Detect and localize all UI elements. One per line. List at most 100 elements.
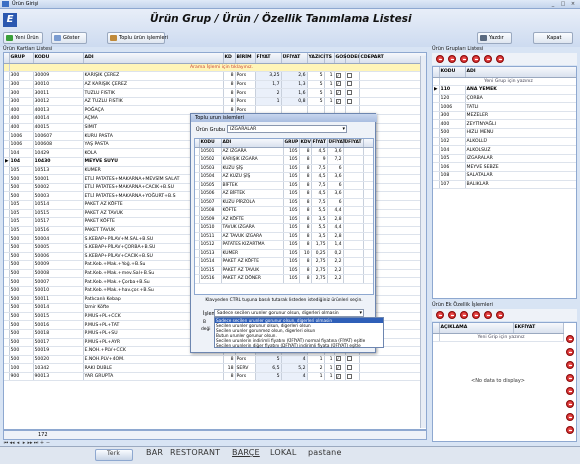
group-row[interactable]: 300 MEZELER: [433, 111, 576, 121]
group-select[interactable]: IZGARALAR ▾: [227, 125, 347, 133]
group-row[interactable]: 1006 TATLI: [433, 102, 576, 112]
group-row[interactable]: 107 BALIKLAR: [433, 180, 576, 190]
dialog-col-4[interactable]: FİYAT: [311, 139, 328, 148]
group-row[interactable]: 105 IZGARALAR: [433, 154, 576, 164]
odei-checkbox[interactable]: [346, 356, 352, 362]
toolbar-action-icon[interactable]: [484, 311, 492, 319]
toolbar-action-icon[interactable]: [566, 413, 574, 421]
dialog-row[interactable]: 10510 TAVUK IZGARA 105 8 5,5 4,4: [195, 223, 373, 233]
odei-checkbox[interactable]: [346, 81, 352, 87]
dialog-col-6[interactable]: ÜFİYAT: [343, 139, 364, 148]
dialog-row[interactable]: 10513 KUMER 105 10 0,25 0,2: [195, 249, 373, 258]
table-row[interactable]: 300 30009 KARIŞIK ÇEREZ 8 Pors 3,25 2,6 5 1 ✓: [4, 71, 426, 81]
maximize-icon[interactable]: □: [558, 1, 568, 8]
dialog-col-3[interactable]: KDV: [299, 139, 312, 148]
odei-checkbox[interactable]: [346, 365, 352, 371]
action-option[interactable]: Secilen urunlerin diğer fiyatını (DFİYAT…: [215, 343, 383, 348]
toolbar-action-icon[interactable]: [496, 311, 504, 319]
dialog-row[interactable]: 10516 PAKET AZ DÖNER 105 8 2,75 2,2: [195, 274, 373, 284]
products-col-kd[interactable]: KD: [223, 53, 236, 64]
dialog-row[interactable]: 10509 AZ KÖFTE 105 8 3,5 2,8: [195, 215, 373, 224]
close-button[interactable]: Kapat: [533, 32, 573, 44]
dialog-col-5[interactable]: ÜFİYAT: [327, 139, 346, 148]
table-row[interactable]: 100 10342 RAKI DUBLE 18 SERV 6,5 5,2 2 1 ✓: [4, 363, 426, 373]
dialog-row[interactable]: 10503 KUZU ŞİŞ 105 8 7,5 6: [195, 164, 373, 173]
odei-checkbox[interactable]: [346, 98, 352, 104]
table-row[interactable]: 300 30012 AZ TUZLU FISTIK 8 Pors 1 0,8 5 1 ✓: [4, 97, 426, 107]
products-col-bi̇ri̇m[interactable]: BİRİM: [235, 53, 256, 64]
group-row[interactable]: 106 MEYVE SEBZE: [433, 162, 576, 173]
gos-checkbox[interactable]: ✓: [335, 98, 341, 104]
products-col-fi̇yat[interactable]: FİYAT: [255, 53, 282, 64]
toolbar-action-icon[interactable]: [496, 55, 504, 63]
gos-checkbox[interactable]: ✓: [335, 373, 341, 379]
gos-checkbox[interactable]: ✓: [335, 90, 341, 96]
products-col-yazici[interactable]: YAZICI: [307, 53, 325, 64]
odei-checkbox[interactable]: [346, 373, 352, 379]
gos-checkbox[interactable]: ✓: [335, 72, 341, 78]
toolbar-action-icon[interactable]: [566, 387, 574, 395]
group-row[interactable]: 120 ÇORBA: [433, 94, 576, 104]
dialog-col-2[interactable]: GRUP: [283, 139, 300, 148]
toolbar-action-icon[interactable]: [566, 348, 574, 356]
group-row[interactable]: 500 HIZLI MENU: [433, 128, 576, 138]
action-select[interactable]: Sadece secilen urunler gorunur olsun, di…: [214, 309, 364, 317]
products-col-grup[interactable]: GRUP: [9, 53, 34, 64]
group-row[interactable]: 108 SALATALAR: [433, 171, 576, 181]
products-col-ts[interactable]: TS: [324, 53, 335, 64]
tab-lokal[interactable]: LOKAL: [270, 448, 297, 457]
dialog-col-0[interactable]: KODU: [199, 139, 222, 148]
table-row[interactable]: 300 30010 AZ KARIŞIK ÇEREZ 8 Pors 1,7 1,3 5 1 ✓: [4, 80, 426, 90]
print-button[interactable]: Yazdır: [477, 32, 512, 44]
group-row[interactable]: 400 ZEYTİNYAĞLI: [433, 119, 576, 130]
table-row[interactable]: 900 90013 YAR GRUPTA 8 Pors 5 4 1 1 ✓: [4, 372, 426, 382]
products-col-gos[interactable]: GOS: [334, 53, 346, 64]
tab-pastane[interactable]: pastane: [308, 448, 342, 457]
show-button[interactable]: Göster: [51, 32, 87, 44]
dialog-col-1[interactable]: ADI: [221, 139, 284, 148]
table-row[interactable]: 300 30011 TUZLU FISTIK 8 Pors 2 1,6 5 1 ✓: [4, 88, 426, 98]
toolbar-action-icon[interactable]: [448, 311, 456, 319]
groups-col-kodu[interactable]: KODU: [439, 67, 466, 78]
odei-checkbox[interactable]: [346, 90, 352, 96]
toolbar-action-icon[interactable]: [472, 311, 480, 319]
group-row[interactable]: 104 ALKOLSUZ: [433, 145, 576, 155]
dialog-row[interactable]: 10501 AZ IZGARA 105 8 4,5 3,6: [195, 147, 373, 156]
products-col-kodu[interactable]: KODU: [33, 53, 84, 64]
dialog-row[interactable]: 10505 BİFTEK 105 8 7,5 6: [195, 181, 373, 190]
dialog-row[interactable]: 10515 PAKET AZ TAVUK 105 8 2,75 2,2: [195, 266, 373, 275]
new-feature-hint[interactable]: Yeni Grip için yazınız: [439, 333, 564, 343]
tab-restorant[interactable]: RESTORANT: [170, 448, 220, 457]
tab-terk[interactable]: Terk: [107, 450, 120, 457]
toolbar-action-icon[interactable]: [566, 400, 574, 408]
dialog-row[interactable]: 10514 PAKET AZ KÖFTE 105 8 2,75 2,2: [195, 257, 373, 267]
dialog-row[interactable]: 10506 AZ BİFTEK 105 8 4,5 3,6: [195, 189, 373, 199]
tab-barce[interactable]: BARÇE: [232, 448, 260, 457]
close-window-icon[interactable]: ×: [568, 1, 578, 8]
toolbar-action-icon[interactable]: [436, 311, 444, 319]
products-col-odei[interactable]: ODEI: [345, 53, 360, 64]
group-row[interactable]: ▶ 110 ANA YEMEK: [433, 85, 576, 95]
products-col-adi[interactable]: ADI: [83, 53, 224, 64]
features-col-aciklama[interactable]: AÇIKLAMA: [439, 323, 514, 334]
table-row[interactable]: 500 50020 E.NOH.PLV+4OM. 8 Pors 5 4 1 1 ✓: [4, 355, 426, 365]
products-col-üfi̇yat[interactable]: ÜFİYAT: [281, 53, 308, 64]
products-col-cdepart[interactable]: CDEPART: [359, 53, 426, 64]
gos-checkbox[interactable]: ✓: [335, 365, 341, 371]
toolbar-action-icon[interactable]: [566, 374, 574, 382]
toolbar-action-icon[interactable]: [436, 55, 444, 63]
minimize-icon[interactable]: _: [548, 1, 558, 8]
tab-bar[interactable]: BAR: [146, 448, 163, 457]
dialog-row[interactable]: 10511 AZ TAVUK IZGARA 105 8 3,5 2,8: [195, 232, 373, 241]
new-product-button[interactable]: Yeni Ürün: [3, 32, 43, 44]
toolbar-action-icon[interactable]: [460, 311, 468, 319]
toolbar-action-icon[interactable]: [566, 335, 574, 343]
odei-checkbox[interactable]: [346, 72, 352, 78]
features-col-ekfiyat[interactable]: EKFİYAT: [513, 323, 564, 334]
toolbar-action-icon[interactable]: [448, 55, 456, 63]
search-hint[interactable]: Arama İşlemi için tıklayınız.: [9, 63, 426, 73]
toolbar-action-icon[interactable]: [460, 55, 468, 63]
products-scrollbar[interactable]: [420, 56, 426, 428]
dialog-row[interactable]: 10507 KUZU PİRZOLA 105 8 7,5 6: [195, 198, 373, 207]
toolbar-action-icon[interactable]: [484, 55, 492, 63]
